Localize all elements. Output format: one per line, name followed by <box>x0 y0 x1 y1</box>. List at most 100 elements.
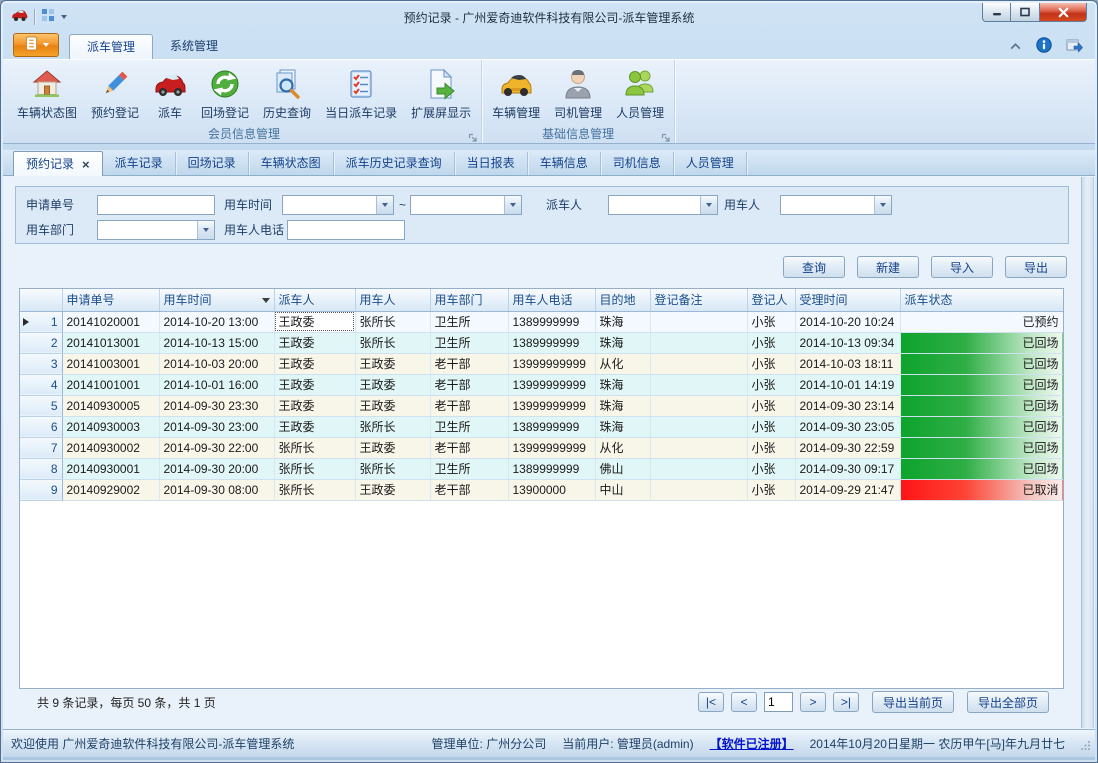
maximize-button[interactable] <box>1011 3 1040 22</box>
ribbon-button[interactable]: 历史查询 <box>256 65 318 123</box>
table-cell[interactable]: 20140930002 <box>62 437 159 458</box>
table-cell[interactable] <box>650 332 747 353</box>
export-current-page-button[interactable]: 导出当前页 <box>872 691 954 713</box>
table-cell[interactable] <box>650 416 747 437</box>
column-header[interactable]: 登记备注 <box>650 289 747 311</box>
license-link[interactable]: 【软件已注册】 <box>710 735 794 752</box>
table-cell[interactable]: 20141020001 <box>62 311 159 332</box>
column-header[interactable]: 派车状态 <box>900 289 1063 311</box>
application-menu-button[interactable] <box>13 33 59 57</box>
table-cell[interactable]: 2014-09-30 23:14 <box>795 395 900 416</box>
table-cell[interactable]: 从化 <box>595 437 650 458</box>
ribbon-button[interactable]: 扩展屏显示 <box>404 65 478 123</box>
table-cell[interactable]: 1389999999 <box>508 458 595 479</box>
chevron-down-icon[interactable] <box>700 196 717 214</box>
table-cell[interactable]: 已回场 <box>900 332 1063 353</box>
table-cell[interactable]: 小张 <box>747 332 795 353</box>
table-cell[interactable]: 已回场 <box>900 353 1063 374</box>
table-row[interactable]: 2201410130012014-10-13 15:00王政委张所长卫生所138… <box>20 332 1063 353</box>
table-cell[interactable]: 老干部 <box>430 353 508 374</box>
table-row[interactable]: 8201409300012014-09-30 20:00张所长张所长卫生所138… <box>20 458 1063 479</box>
vertical-scrollbar[interactable] <box>1081 177 1094 728</box>
table-row[interactable]: 5201409300052014-09-30 23:30王政委王政委老干部139… <box>20 395 1063 416</box>
chevron-down-icon[interactable] <box>874 196 891 214</box>
table-cell[interactable]: 2014-09-30 08:00 <box>159 479 274 500</box>
action-button[interactable]: 查询 <box>783 256 845 278</box>
table-cell[interactable]: 2014-09-30 23:00 <box>159 416 274 437</box>
table-cell[interactable]: 已回场 <box>900 416 1063 437</box>
row-header[interactable]: 3 <box>20 353 62 374</box>
column-header[interactable]: 目的地 <box>595 289 650 311</box>
ribbon-button[interactable]: 当日派车记录 <box>318 65 404 123</box>
table-cell[interactable]: 王政委 <box>355 374 430 395</box>
table-cell[interactable]: 13999999999 <box>508 395 595 416</box>
close-button[interactable] <box>1040 3 1087 22</box>
table-cell[interactable]: 小张 <box>747 416 795 437</box>
document-tab[interactable]: 派车记录 <box>103 152 176 175</box>
table-cell[interactable]: 老干部 <box>430 395 508 416</box>
table-row[interactable]: 7201409300022014-09-30 22:00张所长王政委老干部139… <box>20 437 1063 458</box>
column-header[interactable]: 登记人 <box>747 289 795 311</box>
chevron-down-icon[interactable] <box>197 221 214 239</box>
table-cell[interactable]: 已回场 <box>900 458 1063 479</box>
table-cell[interactable]: 卫生所 <box>430 458 508 479</box>
table-cell[interactable]: 2014-10-13 09:34 <box>795 332 900 353</box>
resize-grip-icon[interactable] <box>1081 739 1091 753</box>
table-cell[interactable] <box>650 458 747 479</box>
document-tab[interactable]: 司机信息 <box>601 152 674 175</box>
row-header[interactable]: 2 <box>20 332 62 353</box>
table-cell[interactable]: 小张 <box>747 458 795 479</box>
table-cell[interactable] <box>650 479 747 500</box>
table-cell[interactable]: 王政委 <box>274 416 355 437</box>
table-cell[interactable]: 2014-09-30 22:00 <box>159 437 274 458</box>
sort-caret-icon[interactable] <box>262 298 270 303</box>
table-cell[interactable]: 2014-10-03 18:11 <box>795 353 900 374</box>
table-row[interactable]: 6201409300032014-09-30 23:00王政委张所长卫生所138… <box>20 416 1063 437</box>
table-cell[interactable] <box>650 437 747 458</box>
table-cell[interactable]: 小张 <box>747 311 795 332</box>
table-cell[interactable]: 2014-09-30 09:17 <box>795 458 900 479</box>
table-cell[interactable]: 2014-09-30 23:30 <box>159 395 274 416</box>
table-cell[interactable] <box>650 395 747 416</box>
ribbon-tab[interactable]: 派车管理 <box>69 34 153 59</box>
table-cell[interactable]: 珠海 <box>595 311 650 332</box>
table-cell[interactable]: 13900000 <box>508 479 595 500</box>
table-cell[interactable]: 从化 <box>595 353 650 374</box>
row-header[interactable]: 7 <box>20 437 62 458</box>
table-cell[interactable]: 20141001001 <box>62 374 159 395</box>
table-cell[interactable]: 20141003001 <box>62 353 159 374</box>
document-tab[interactable]: 车辆状态图 <box>249 152 334 175</box>
table-cell[interactable]: 王政委 <box>355 479 430 500</box>
action-button[interactable]: 导出 <box>1005 256 1067 278</box>
ribbon-button[interactable]: 司机管理 <box>547 65 609 123</box>
table-cell[interactable]: 王政委 <box>274 395 355 416</box>
switch-window-icon[interactable] <box>1066 37 1083 56</box>
table-cell[interactable]: 张所长 <box>274 479 355 500</box>
table-cell[interactable]: 张所长 <box>274 437 355 458</box>
dialog-launcher-icon[interactable] <box>661 131 671 141</box>
document-tab[interactable]: 派车历史记录查询 <box>334 152 455 175</box>
table-row[interactable]: 3201410030012014-10-03 20:00王政委王政委老干部139… <box>20 353 1063 374</box>
document-tab[interactable]: 预约记录× <box>13 151 103 176</box>
action-button[interactable]: 新建 <box>857 256 919 278</box>
table-cell[interactable]: 20140930003 <box>62 416 159 437</box>
table-cell[interactable]: 小张 <box>747 437 795 458</box>
document-tab[interactable]: 当日报表 <box>455 152 528 175</box>
ribbon-button[interactable]: 人员管理 <box>609 65 671 123</box>
table-cell[interactable]: 张所长 <box>274 458 355 479</box>
next-page-button[interactable]: > <box>800 692 826 712</box>
column-header[interactable]: 受理时间 <box>795 289 900 311</box>
export-all-pages-button[interactable]: 导出全部页 <box>967 691 1049 713</box>
table-cell[interactable]: 2014-10-03 20:00 <box>159 353 274 374</box>
table-cell[interactable]: 王政委 <box>355 353 430 374</box>
column-header[interactable]: 用车部门 <box>430 289 508 311</box>
chevron-down-icon[interactable] <box>376 196 393 214</box>
table-cell[interactable]: 王政委 <box>274 311 355 332</box>
minimize-button[interactable] <box>982 3 1011 22</box>
table-cell[interactable]: 1389999999 <box>508 332 595 353</box>
dept-select[interactable] <box>97 220 215 240</box>
row-header[interactable]: 4 <box>20 374 62 395</box>
user-select[interactable] <box>780 195 892 215</box>
table-cell[interactable]: 2014-10-20 10:24 <box>795 311 900 332</box>
table-cell[interactable] <box>650 311 747 332</box>
